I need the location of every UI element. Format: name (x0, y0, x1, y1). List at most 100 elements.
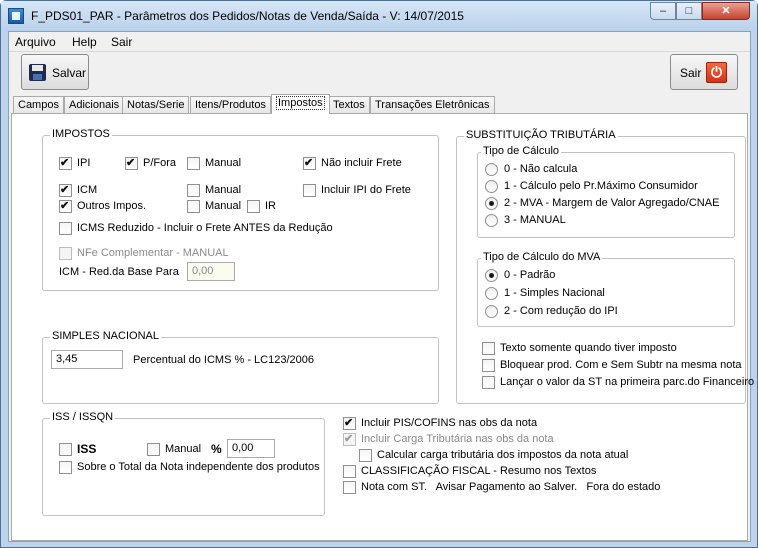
tab-adicionais[interactable]: Adicionais (64, 96, 125, 113)
tipo-mva-radio-2[interactable] (485, 305, 498, 318)
st-group-title: SUBSTITUIÇÃO TRIBUTÁRIA (464, 129, 618, 141)
tipo-mva-label-1: 1 - Simples Nacional (504, 287, 605, 299)
tipo-calculo-radio-3[interactable] (485, 214, 498, 227)
toolbar-divider (9, 51, 750, 52)
tipo-calculo-radio-2[interactable] (485, 197, 498, 210)
tipo-calculo-radio-0[interactable] (485, 163, 498, 176)
incluir-carga-tributaria-label: Incluir Carga Tributária nas obs da nota (361, 433, 554, 445)
lancar-st-checkbox[interactable] (482, 376, 495, 389)
iss-sobre-total-checkbox[interactable] (59, 461, 72, 474)
save-button[interactable]: Salvar (21, 54, 89, 90)
menu-help[interactable]: Help (72, 35, 97, 49)
tab-label: Notas/Serie (127, 99, 185, 111)
classificacao-fiscal-checkbox[interactable] (343, 465, 356, 478)
tab-label: Campos (18, 99, 59, 111)
tipo-mva-radio-1[interactable] (485, 287, 498, 300)
minimize-button[interactable]: – (650, 2, 676, 20)
tipo-calculo-radio-1[interactable] (485, 180, 498, 193)
save-button-label: Salvar (52, 66, 87, 80)
tab-impostos[interactable]: Impostos (271, 94, 330, 114)
manual-outros-checkbox[interactable] (187, 200, 200, 213)
iss-percent-label: % (211, 442, 222, 456)
iss-percent-input[interactable]: 0,00 (227, 439, 275, 458)
manual-ipi-checkbox[interactable] (187, 157, 200, 170)
tipo-calculo-label-2: 2 - MVA - Margem de Valor Agregado/CNAE (504, 197, 720, 209)
tipo-calculo-label-3: 3 - MANUAL (504, 214, 566, 226)
tab-label: Textos (333, 99, 365, 111)
percentual-icms-label: Percentual do ICMS % - LC123/2006 (133, 354, 314, 366)
iss-group-title: ISS / ISSQN (50, 411, 116, 423)
texto-somente-checkbox[interactable] (482, 342, 495, 355)
tab-strip: Campos Adicionais Notas/Serie Itens/Prod… (9, 94, 750, 114)
icm-checkbox[interactable] (59, 184, 72, 197)
tab-textos[interactable]: Textos (328, 96, 370, 113)
tipo-mva-label-2: 2 - Com redução do IPI (504, 305, 618, 317)
incluir-pis-cofins-checkbox[interactable] (343, 417, 356, 430)
icm-red-base-label: ICM - Red.da Base Para (59, 266, 179, 278)
tab-label: Impostos (276, 96, 325, 110)
client-area: Arquivo Help Sair Salvar Sair ⏻ Campos A… (8, 31, 754, 542)
tipo-mva-label-0: 0 - Padrão (504, 269, 556, 281)
impostos-group: IMPOSTOS IPI P/Fora Manual Não incluir F… (42, 128, 439, 291)
ipi-label: IPI (77, 157, 91, 169)
calcular-carga-checkbox[interactable] (359, 449, 372, 462)
bloquear-prod-label: Bloquear prod. Com e Sem Subtr na mesma … (500, 359, 742, 371)
manual-icm-label: Manual (205, 184, 242, 196)
main-window: F_PDS01_PAR - Parâmetros dos Pedidos/Not… (0, 0, 758, 548)
icm-red-base-input[interactable]: 0,00 (187, 262, 235, 281)
outros-impos-checkbox[interactable] (59, 200, 72, 213)
nota-com-st-label: Nota com ST. Avisar Pagamento ao Salver.… (361, 481, 661, 493)
bloquear-prod-checkbox[interactable] (482, 359, 495, 372)
nfe-complementar-checkbox[interactable] (59, 247, 72, 260)
iss-group: ISS / ISSQN ISS Manual % 0,00 Sobre o To… (42, 411, 325, 516)
tipo-mva-radio-0[interactable] (485, 269, 498, 282)
tipo-calculo-mva-title: Tipo de Cálculo do MVA (481, 251, 603, 263)
tab-label: Adicionais (69, 99, 120, 111)
manual-ipi-label: Manual (205, 157, 242, 169)
tipo-calculo-group: Tipo de Cálculo 0 - Não calcula 1 - Cálc… (477, 145, 735, 238)
pfora-checkbox[interactable] (125, 157, 138, 170)
tipo-calculo-mva-group: Tipo de Cálculo do MVA 0 - Padrão 1 - Si… (477, 251, 735, 327)
exit-button-label: Sair (680, 66, 702, 80)
ir-checkbox[interactable] (247, 200, 260, 213)
tipo-calculo-label-1: 1 - Cálculo pelo Pr.Máximo Consumidor (504, 180, 698, 192)
tipo-calculo-title: Tipo de Cálculo (481, 145, 562, 157)
nao-incluir-frete-checkbox[interactable] (303, 157, 316, 170)
incluir-pis-cofins-label: Incluir PIS/COFINS nas obs da nota (361, 417, 538, 429)
manual-icm-checkbox[interactable] (187, 184, 200, 197)
incluir-carga-tributaria-checkbox[interactable] (343, 433, 356, 446)
impostos-tab-page: IMPOSTOS IPI P/Fora Manual Não incluir F… (11, 113, 754, 541)
ipi-checkbox[interactable] (59, 157, 72, 170)
impostos-group-title: IMPOSTOS (50, 128, 112, 140)
title-bar: F_PDS01_PAR - Parâmetros dos Pedidos/Not… (1, 1, 757, 31)
lancar-st-label: Lançar o valor da ST na primeira parc.do… (500, 376, 755, 388)
maximize-button[interactable]: □ (676, 2, 702, 20)
substituicao-tributaria-group: SUBSTITUIÇÃO TRIBUTÁRIA Tipo de Cálculo … (456, 129, 754, 404)
menu-arquivo[interactable]: Arquivo (15, 35, 56, 49)
classificacao-fiscal-label: CLASSIFICAÇÃO FISCAL - Resumo nos Textos (361, 465, 597, 477)
pfora-label: P/Fora (143, 157, 177, 169)
texto-somente-label: Texto somente quando tiver imposto (500, 342, 677, 354)
window-title: F_PDS01_PAR - Parâmetros dos Pedidos/Not… (31, 9, 464, 23)
incluir-ipi-frete-label: Incluir IPI do Frete (321, 184, 411, 196)
tab-transacoes-eletronicas[interactable]: Transações Eletrônicas (370, 96, 495, 113)
incluir-ipi-frete-checkbox[interactable] (303, 184, 316, 197)
iss-checkbox[interactable] (59, 443, 72, 456)
tab-notas-serie[interactable]: Notas/Serie (122, 96, 190, 113)
iss-label: ISS (77, 442, 97, 456)
percentual-icms-input[interactable]: 3,45 (51, 350, 123, 369)
tab-campos[interactable]: Campos (13, 96, 64, 113)
nota-com-st-checkbox[interactable] (343, 481, 356, 494)
menu-sair[interactable]: Sair (111, 35, 132, 49)
exit-button[interactable]: Sair ⏻ (670, 54, 738, 90)
close-button[interactable]: ✕ (702, 2, 750, 20)
iss-manual-checkbox[interactable] (147, 443, 160, 456)
tipo-calculo-label-0: 0 - Não calcula (504, 163, 578, 175)
simples-nacional-group: SIMPLES NACIONAL 3,45 Percentual do ICMS… (42, 330, 439, 404)
tab-itens-produtos[interactable]: Itens/Produtos (190, 96, 271, 113)
calcular-carga-label: Calcular carga tributária dos impostos d… (377, 449, 629, 461)
manual-outros-label: Manual (205, 200, 242, 212)
icms-reduzido-checkbox[interactable] (59, 222, 72, 235)
nao-incluir-frete-label: Não incluir Frete (321, 157, 402, 169)
ir-label: IR (265, 200, 276, 212)
